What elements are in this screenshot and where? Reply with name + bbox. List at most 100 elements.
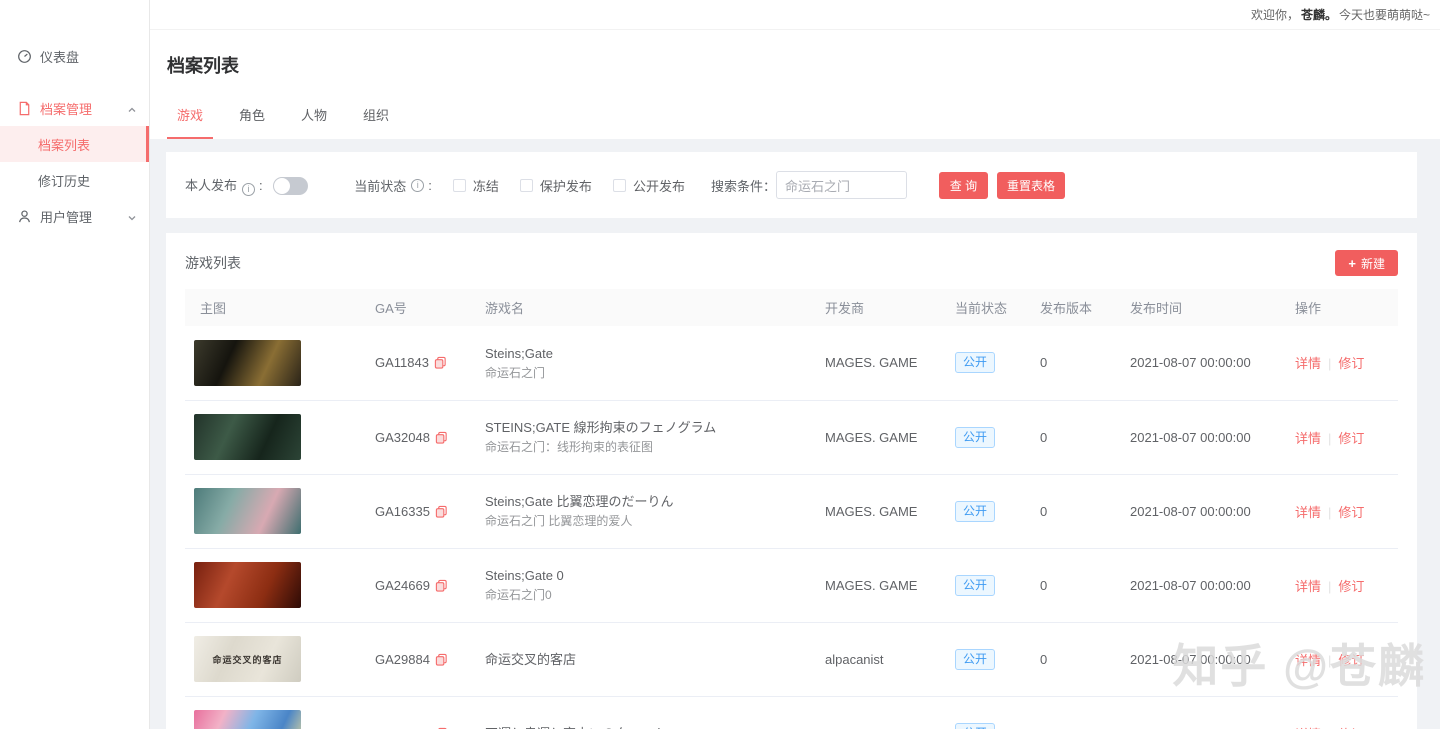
revise-link[interactable]: 修订 [1338,356,1364,371]
main-area: 欢迎你， 苍麟。 今天也要萌萌哒~ 档案列表 游戏 角色 人物 组织 本人发布 i:… [150,0,1440,729]
filter-bar: 本人发布 i: 当前状态 i: 冻结 保护发布 公开发布 搜索条件： 查 询 重置表… [166,152,1417,218]
tab-roles[interactable]: 角色 [229,105,275,139]
status-badge: 公开 [955,500,996,522]
table-row: 命运交叉的客店 GA29884 命运交叉的客店 alpacanist 公开 0 2021-0… [185,622,1398,697]
reset-table-button[interactable]: 重置表格 [996,171,1065,199]
game-thumbnail [194,339,301,386]
game-subtitle: 命运石之门0 [485,588,552,602]
action-divider: | [1328,430,1332,446]
tab-people[interactable]: 人物 [291,105,337,139]
game-subtitle: 命运石之门 比翼恋理的爱人 [485,514,633,528]
section-title: 游戏列表 [185,255,241,271]
revise-link[interactable]: 修订 [1338,431,1364,446]
checkbox-label: 公开发布 [632,178,685,194]
ga-number: GA26013 [375,726,430,729]
status-badge: 公开 [955,352,996,374]
publish-version: 0 [1025,622,1115,697]
table-row: GA16335 Steins;Gate 比翼恋理のだーりん 命运石之门 比翼恋理的爱… [185,474,1398,549]
query-button[interactable]: 查 询 [938,171,988,199]
sidebar-item-label: 修订历史 [38,173,91,189]
action-divider: | [1328,578,1332,594]
game-thumbnail [194,488,301,534]
tab-games[interactable]: 游戏 [167,105,214,139]
copy-icon[interactable] [435,431,448,444]
new-button-label: 新建 [1360,256,1385,271]
welcome-suffix: 今天也要萌萌哒~ [1338,8,1430,22]
detail-link[interactable]: 详情 [1295,431,1321,446]
self-publish-filter: 本人发布 i: [185,175,309,196]
publish-version: 0 [1025,474,1115,549]
page-header: 档案列表 游戏 角色 人物 组织 [150,30,1440,139]
sidebar-item-revision-history[interactable]: 修订历史 [0,162,149,198]
sidebar-item-archive-list[interactable]: 档案列表 [0,126,149,162]
sidebar-item-label: 用户管理 [40,209,93,225]
sidebar-item-archive-management[interactable]: 档案管理 [0,90,149,126]
copy-icon[interactable] [434,356,447,369]
checkbox-icon [452,178,466,192]
developer: MAGES. GAME [810,326,940,401]
ga-number: GA11843 [375,355,429,371]
col-header-status: 当前状态 [940,289,1025,326]
sidebar-item-user-management[interactable]: 用户管理 [0,198,149,234]
revise-link[interactable]: 修订 [1338,579,1364,594]
sidebar-item-label: 档案列表 [38,137,91,153]
checkbox-frozen[interactable]: 冻结 [452,176,499,195]
welcome-prefix: 欢迎你， [1250,8,1299,22]
game-name: Steins;Gate 0 [485,568,564,583]
info-icon[interactable]: i [242,182,256,196]
ga-number: GA16335 [375,503,430,519]
checkbox-icon [612,178,626,192]
detail-link[interactable]: 详情 [1295,505,1321,520]
publish-version: 0 [1025,326,1115,401]
search-input[interactable] [775,171,907,199]
self-publish-toggle[interactable] [273,177,309,196]
info-icon[interactable]: i [411,178,425,192]
publish-version [1025,696,1115,729]
copy-icon[interactable] [435,653,448,666]
document-icon [17,101,32,116]
detail-link[interactable]: 详情 [1295,579,1321,594]
checkbox-public-publish[interactable]: 公开发布 [612,176,685,195]
copy-icon[interactable] [435,579,448,592]
developer [810,696,940,729]
ga-number: GA32048 [375,429,430,445]
table-row: GA26013不運と幸運と恋占いのタロット公开详情|修订 [185,696,1398,729]
topbar: 欢迎你， 苍麟。 今天也要萌萌哒~ [150,0,1440,30]
revise-link[interactable]: 修订 [1338,653,1364,668]
game-name: STEINS;GATE 線形拘束のフェノグラム [485,420,717,435]
developer: MAGES. GAME [810,400,940,475]
developer: alpacanist [810,622,940,697]
tab-bar: 游戏 角色 人物 组织 [167,105,1423,139]
checkbox-protected-publish[interactable]: 保护发布 [519,176,592,195]
toggle-knob [274,178,291,195]
game-thumbnail [194,562,301,608]
status-badge: 公开 [955,574,996,596]
tab-organizations[interactable]: 组织 [353,105,399,139]
app-window: 仪表盘 档案管理 档案列表 修订历史 用户管理 欢迎你， 苍麟。 今天也要萌萌哒… [0,0,1440,729]
game-name: Steins;Gate [485,345,553,361]
developer: MAGES. GAME [810,474,940,549]
table-row: GA32048 STEINS;GATE 線形拘束のフェノグラム 命运石之门：线形拘束… [185,400,1398,475]
table-row: GA24669 Steins;Gate 0 命运石之门0 MAGES. GAME 公开 0… [185,548,1398,623]
action-divider: | [1328,504,1332,520]
revise-link[interactable]: 修订 [1338,505,1364,520]
ga-number: GA29884 [375,651,430,667]
publish-time: 2021-08-07 00:00:00 [1115,326,1280,401]
detail-link[interactable]: 详情 [1295,653,1321,668]
status-badge: 公开 [955,648,996,670]
colon: : [428,177,432,193]
developer: MAGES. GAME [810,548,940,623]
page-title: 档案列表 [167,56,239,76]
search-label: 搜索条件： [710,178,776,194]
sidebar-item-dashboard[interactable]: 仪表盘 [0,38,149,74]
table-header-row: 主图 GA号 游戏名 开发商 当前状态 发布版本 发布时间 操作 [185,289,1398,326]
game-name: 命运交叉的客店 [485,651,577,667]
dashboard-icon [17,49,32,64]
new-button[interactable]: + 新建 [1335,250,1398,276]
game-list-card: 游戏列表 + 新建 主图 GA号 游戏名 开发商 当前状态 发布版本 发布时间 操… [166,233,1417,729]
publish-time [1115,696,1280,729]
detail-link[interactable]: 详情 [1295,356,1321,371]
publish-version: 0 [1025,400,1115,475]
ga-number: GA24669 [375,577,430,593]
copy-icon[interactable] [435,505,448,518]
